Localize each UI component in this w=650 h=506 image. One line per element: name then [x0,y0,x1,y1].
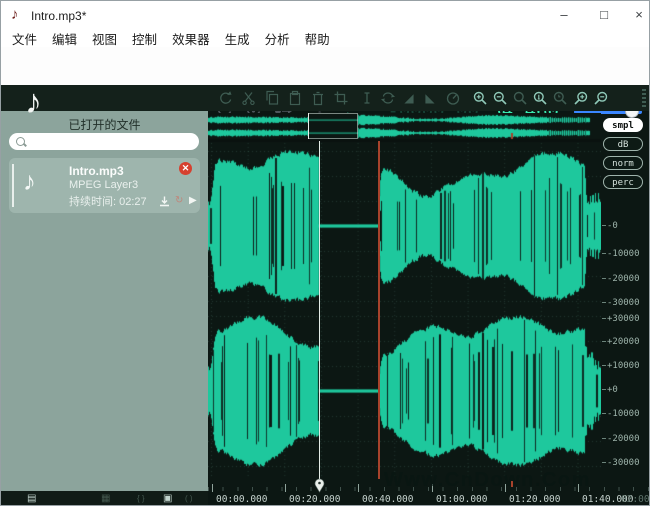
maximize-button[interactable]: □ [590,6,618,24]
keyboard-icon[interactable]: ▦ [101,493,110,504]
menu-help[interactable]: 帮助 [305,29,330,48]
axis-label: -30000 [607,298,640,308]
zoom-time-icon[interactable] [552,90,568,106]
vertical-zoom-in-icon[interactable] [573,90,589,106]
title-bar: ♪ Intro.mp3* – □ × [1,1,649,29]
timeline-tick [358,484,359,492]
timeline-label: 02:00.000 [621,494,650,505]
playhead-line[interactable] [319,141,320,479]
timeline-label: 00:20.000 [289,494,340,505]
axis-label: -10000 [607,249,640,259]
list-view-icon[interactable]: ▤ [27,493,36,504]
file-close-button[interactable]: ✕ [179,162,192,175]
vertical-zoom-out-icon[interactable] [593,90,609,106]
axis-label: -20000 [607,434,640,444]
menu-generate[interactable]: 生成 [225,29,250,48]
timeline-label: 00:00.000 [216,494,267,505]
file-note-icon: ♪ [23,166,36,197]
app-icon: ♪ [11,6,19,23]
file-search[interactable] [9,133,199,150]
axis-label: -20000 [607,274,640,284]
selection-tool-icon[interactable] [359,90,375,106]
menu-analyze[interactable]: 分析 [265,29,290,48]
copy-icon[interactable] [264,90,280,106]
redo-icon[interactable] [217,90,233,106]
axis-label: +0 [607,385,618,395]
unit-button-perc[interactable]: perc [603,175,643,189]
search-input[interactable] [31,134,195,150]
timeline-label: 01:20.000 [509,494,560,505]
timeline-label: 00:40.000 [362,494,413,505]
menu-control[interactable]: 控制 [132,29,157,48]
file-loop-icon[interactable]: ↻ [175,195,183,206]
file-download-icon[interactable] [159,196,170,207]
menu-edit[interactable]: 编辑 [52,29,77,48]
zoom-in-icon[interactable] [472,90,488,106]
axis-label: +10000 [607,361,640,371]
files-panel: 已打开的文件 ♪ Intro.mp3 MPEG Layer3 持续时间: 02:… [1,111,208,491]
axis-label: +30000 [607,314,640,324]
overview-selection-box [308,113,358,139]
watermark: Www.CnDown.Com [384,469,591,492]
transport-toolbar: i 44.1 kHz stereo -0000:00:54.460 [1,47,649,85]
delete-icon[interactable] [310,90,326,106]
waveform-view[interactable] [208,113,601,479]
parens-icon[interactable]: ( ) [185,494,193,503]
ocenaudio-window: ♪ Intro.mp3* – □ × 文件 编辑 视图 控制 效果器 生成 分析… [0,0,650,506]
minimize-button[interactable]: – [550,6,578,24]
fade-in-icon[interactable]: ◢ [401,90,417,106]
unit-button-smpl[interactable]: smpl [603,118,643,132]
playhead-pin[interactable] [314,478,325,493]
loop-region-icon[interactable] [380,90,396,106]
axis-label: -0 [607,221,618,231]
overview-cursor [308,113,309,139]
panel-status-bar: ▤ ▦ { } ▣ ( ) [1,491,208,506]
timeline-tick [285,484,286,492]
timeline-label: 01:00.000 [436,494,487,505]
file-format: MPEG Layer3 [69,179,138,191]
zoom-selection-icon[interactable] [532,90,548,106]
paste-icon[interactable] [287,90,303,106]
menu-file[interactable]: 文件 [12,29,37,48]
zoom-out-icon[interactable] [492,90,508,106]
window-title: Intro.mp3* [31,9,86,23]
toolbar-grip[interactable] [642,89,646,107]
file-card-accent [12,164,14,207]
menu-view[interactable]: 视图 [92,29,117,48]
close-button[interactable]: × [625,6,650,24]
marker-line[interactable] [378,141,380,479]
cut-icon[interactable] [241,90,257,106]
axis-label: +20000 [607,337,640,347]
axis-label: -30000 [607,458,640,468]
menu-bar: 文件 编辑 视图 控制 效果器 生成 分析 帮助 [1,29,650,47]
files-panel-tab-icon[interactable]: ♪ [25,83,42,122]
search-icon [16,137,25,146]
fade-out-icon[interactable]: ◣ [422,90,438,106]
file-card[interactable]: ♪ Intro.mp3 MPEG Layer3 持续时间: 02:27 ✕ ↻ … [9,158,200,213]
timeline-tick [212,484,213,492]
file-name: Intro.mp3 [69,164,124,178]
file-play-icon[interactable]: ▶ [189,195,197,206]
preview-panel-icon[interactable]: ▣ [163,493,172,504]
axis-label: -10000 [607,409,640,419]
gain-icon[interactable] [445,90,461,106]
file-duration: 持续时间: 02:27 [69,193,147,209]
menu-effects[interactable]: 效果器 [172,29,210,48]
unit-button-norm[interactable]: norm [603,156,643,170]
trim-icon[interactable] [333,90,349,106]
zoom-full-icon[interactable] [512,90,528,106]
braces-icon[interactable]: { } [137,494,145,503]
unit-button-db[interactable]: dB [603,137,643,151]
